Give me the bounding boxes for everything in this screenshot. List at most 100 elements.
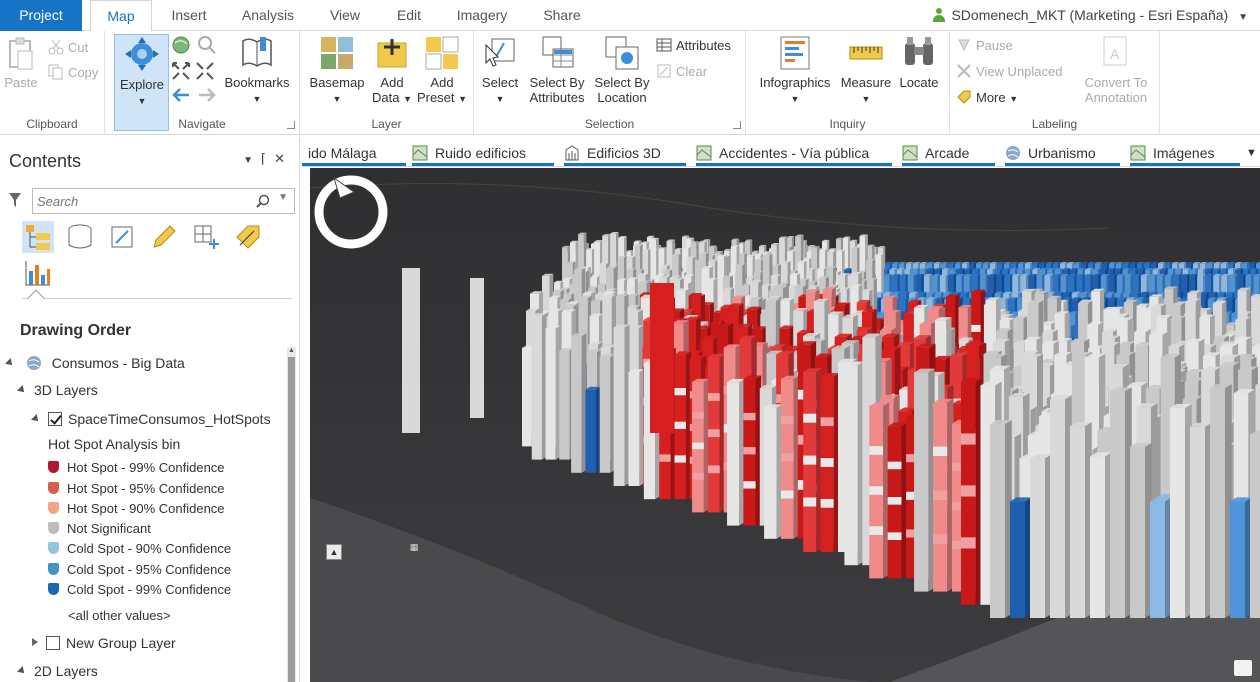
hotspot-bin-band xyxy=(674,388,686,396)
attributes-button[interactable]: Attributes xyxy=(656,35,731,57)
add-preset-button[interactable]: Add Preset ▼ xyxy=(416,35,468,107)
add-data-button[interactable]: Add Data ▼ xyxy=(370,35,414,107)
tab-project[interactable]: Project xyxy=(0,0,82,31)
map-tab-label: ido Málaga xyxy=(308,145,377,161)
pin-icon[interactable]: ⌈ xyxy=(261,151,274,166)
list-by-data-source-button[interactable] xyxy=(64,221,96,253)
pencil-icon xyxy=(153,225,176,248)
hotspot-bin-band xyxy=(674,455,686,463)
forward-arrow-icon[interactable] xyxy=(197,87,217,103)
group-visibility-checkbox[interactable] xyxy=(46,636,60,650)
globe-icon xyxy=(26,356,41,370)
hotspot-bin-bar xyxy=(1050,399,1065,618)
list-by-selection-button[interactable] xyxy=(106,221,138,253)
pane-menu-icon[interactable]: ▼ xyxy=(243,155,261,166)
search-options-icon[interactable]: ▼ xyxy=(278,192,288,203)
tab-edit[interactable]: Edit xyxy=(386,0,432,31)
tab-analysis[interactable]: Analysis xyxy=(232,0,304,31)
tab-underline xyxy=(564,163,686,166)
bookmarks-button[interactable]: Bookmarks ▼ xyxy=(221,35,293,107)
legend-item: Cold Spot - 99% Confidence xyxy=(48,580,231,600)
layer-spacetime-hotspots[interactable]: SpaceTimeConsumos_HotSpots xyxy=(31,409,271,429)
full-extent-icon[interactable] xyxy=(171,35,191,55)
tab-share[interactable]: Share xyxy=(534,0,590,31)
user-account[interactable]: SDomenech_MKT (Marketing - Esri España) … xyxy=(933,0,1248,31)
list-by-snapping-button[interactable] xyxy=(190,221,222,253)
zoom-in-arrows-icon[interactable] xyxy=(171,61,217,81)
convert-to-annotation-button[interactable]: A Convert To Annotation xyxy=(1074,35,1158,105)
select-by-location-button[interactable]: Select By Location xyxy=(590,35,654,105)
filter-icon[interactable] xyxy=(8,192,22,208)
basemap-icon xyxy=(321,37,353,69)
expand-arrow-icon[interactable] xyxy=(5,358,15,368)
map-tab-label: Accidentes - Vía pública xyxy=(719,145,870,161)
tab-imagery[interactable]: Imagery xyxy=(448,0,516,31)
infographics-icon xyxy=(780,36,810,70)
search-icon[interactable] xyxy=(256,194,270,208)
list-by-charts-button[interactable] xyxy=(22,257,54,289)
hotspot-3d-scene[interactable] xyxy=(310,168,1260,682)
chevron-down-icon: ▼ xyxy=(1238,12,1248,23)
contents-scrollbar-thumb[interactable] xyxy=(288,357,295,682)
legend-item: Cold Spot - 90% Confidence xyxy=(48,539,231,559)
layer-visibility-checkbox[interactable] xyxy=(48,412,62,426)
convert-label-2: Annotation xyxy=(1084,90,1148,105)
tab-insert[interactable]: Insert xyxy=(160,0,218,31)
select-by-location-label-2: Location xyxy=(597,90,647,105)
select-button[interactable]: Select ▼ xyxy=(478,35,522,107)
copy-button[interactable]: Copy xyxy=(48,62,98,84)
group-3d-layers[interactable]: 3D Layers xyxy=(17,380,98,400)
view-unplaced-button[interactable]: View Unplaced xyxy=(956,61,1062,83)
more-labeling-button[interactable]: More ▼ xyxy=(956,87,1018,109)
measure-button[interactable]: Measure ▼ xyxy=(838,35,894,107)
drawing-order-heading: Drawing Order xyxy=(20,322,132,339)
hot-99-swatch-icon xyxy=(48,461,59,473)
selection-dialog-launcher[interactable] xyxy=(733,121,741,129)
select-by-attributes-button[interactable]: Select By Attributes xyxy=(524,35,590,105)
basemap-button[interactable]: Basemap ▼ xyxy=(304,35,370,107)
back-arrow-icon[interactable] xyxy=(171,87,191,103)
clear-selection-button[interactable]: Clear xyxy=(656,61,707,83)
fixed-zoom-icon[interactable] xyxy=(197,35,217,55)
tab-map[interactable]: Map xyxy=(90,0,152,32)
hotspot-bin-band xyxy=(707,393,720,401)
tab-overflow-icon[interactable]: ▼ xyxy=(1246,137,1257,167)
ribbon: Paste Cut Copy Clipboard Explore ▼ Bookma… xyxy=(0,31,1260,135)
tab-view[interactable]: View xyxy=(320,0,370,31)
navigator-rotate-icon[interactable] xyxy=(310,168,392,250)
hotspot-bin-band xyxy=(887,497,902,505)
tab-underline xyxy=(412,163,554,166)
add-data-label-2: Data xyxy=(371,90,400,105)
cut-button[interactable]: Cut xyxy=(48,37,88,59)
close-icon[interactable]: ✕ xyxy=(274,151,293,166)
scissors-icon xyxy=(48,39,64,55)
label-pen-icon xyxy=(236,225,260,249)
expand-arrow-icon[interactable] xyxy=(31,414,41,424)
map-node[interactable]: Consumos - Big Data xyxy=(5,353,185,373)
pause-labeling-button[interactable]: Pause xyxy=(956,35,1013,57)
map-grid-icon[interactable]: ▦ xyxy=(406,540,422,556)
paste-button[interactable]: Paste xyxy=(4,37,38,90)
navigate-dialog-launcher[interactable] xyxy=(287,121,295,129)
add-preset-icon xyxy=(425,36,459,70)
hotspot-bin-band xyxy=(692,472,704,480)
explore-button[interactable]: Explore ▼ xyxy=(115,35,169,109)
locate-button[interactable]: Locate xyxy=(894,35,944,90)
infographics-button[interactable]: Infographics ▼ xyxy=(752,35,838,107)
map-up-arrow-icon[interactable]: ▲ xyxy=(326,544,342,560)
expand-arrow-icon[interactable] xyxy=(17,666,27,676)
expand-arrow-icon[interactable] xyxy=(32,638,38,646)
map-3d-view[interactable]: ▲ ▦ xyxy=(310,168,1260,682)
map-info-icon[interactable] xyxy=(1234,660,1252,676)
list-by-editing-button[interactable] xyxy=(148,221,180,253)
database-icon xyxy=(68,224,92,249)
expand-arrow-icon[interactable] xyxy=(17,385,27,395)
hotspot-bin-bar xyxy=(1010,501,1025,618)
list-by-labeling-button[interactable] xyxy=(232,221,264,253)
search-input[interactable] xyxy=(37,191,247,211)
selection-list-icon xyxy=(111,226,133,248)
list-by-drawing-order-button[interactable] xyxy=(22,221,54,253)
group-2d-layers[interactable]: 2D Layers xyxy=(17,661,98,681)
new-group-layer[interactable]: New Group Layer xyxy=(32,633,176,653)
scroll-up-icon[interactable]: ▲ xyxy=(287,347,296,357)
